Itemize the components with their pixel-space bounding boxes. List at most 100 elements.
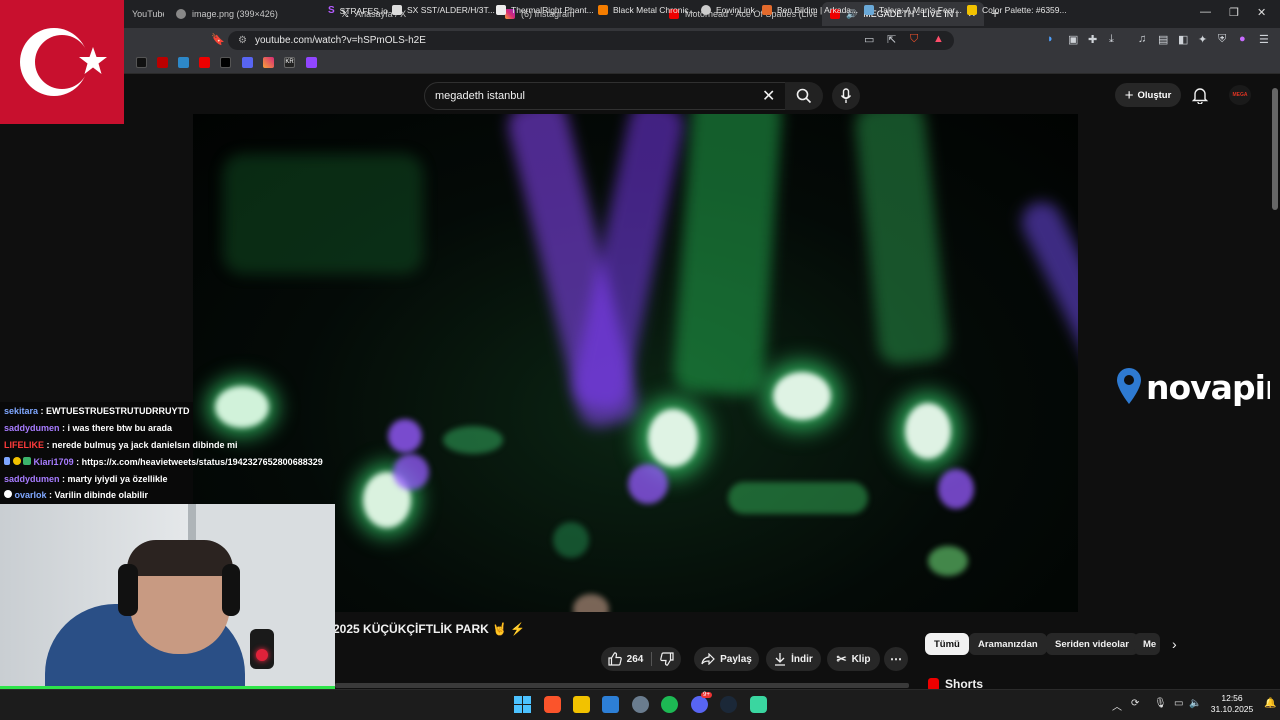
globe-icon bbox=[701, 5, 711, 15]
chat-message: Kiari1709 : https://x.com/heavietweets/s… bbox=[4, 457, 323, 467]
bookmark-icon bbox=[496, 5, 506, 15]
like-button[interactable]: 264 bbox=[608, 652, 643, 666]
sync-icon[interactable]: ⟳ bbox=[1131, 698, 1139, 709]
stage-light bbox=[938, 469, 974, 509]
windows-start-icon[interactable] bbox=[514, 696, 531, 713]
stage-light bbox=[905, 403, 951, 459]
stage-light bbox=[853, 114, 950, 367]
tiktok-icon[interactable] bbox=[136, 57, 147, 68]
bookmark-icon[interactable] bbox=[157, 57, 168, 68]
reader-icon[interactable]: ▤ bbox=[1158, 33, 1168, 46]
bookmark-strafes[interactable]: S STRAFES.io bbox=[328, 5, 388, 16]
bookmark-icon[interactable]: 🔖 bbox=[211, 33, 225, 46]
chat-message: sekitara : EWTUESTRUESTRUTUDRRUYTD bbox=[4, 406, 190, 416]
chat-username: LIFELIKE bbox=[4, 440, 44, 450]
twitch-icon[interactable] bbox=[306, 57, 317, 68]
chat-message: ovarlok : Varilin dibinde olabilir bbox=[4, 490, 148, 500]
close-window-icon[interactable]: ✕ bbox=[1257, 6, 1266, 19]
chevron-up-icon[interactable]: ︿ bbox=[1112, 698, 1122, 713]
chat-username: saddydumen bbox=[4, 474, 60, 484]
notifications-icon[interactable]: 🔔 bbox=[1264, 698, 1276, 709]
x-logo-icon[interactable] bbox=[220, 57, 231, 68]
bookmark-icon[interactable] bbox=[242, 57, 253, 68]
scrollbar-thumb[interactable] bbox=[1272, 88, 1278, 210]
tab-image[interactable]: image.png (399×426) bbox=[168, 2, 328, 26]
voice-search-button[interactable] bbox=[832, 82, 860, 110]
badge-icon bbox=[12, 457, 21, 465]
tab-youtube[interactable]: YouTube bbox=[124, 2, 164, 26]
kr-icon[interactable]: KR bbox=[284, 57, 295, 68]
vpn-icon[interactable]: ⛨ bbox=[1218, 33, 1226, 46]
volume-icon[interactable]: 🔈 bbox=[1189, 698, 1201, 709]
clear-search-icon[interactable]: ✕ bbox=[762, 86, 775, 106]
steam-icon[interactable] bbox=[720, 696, 737, 713]
chip-from-series[interactable]: Seriden videolar bbox=[1046, 633, 1138, 655]
create-button[interactable]: + Oluştur bbox=[1115, 83, 1181, 107]
search-button[interactable] bbox=[785, 82, 823, 110]
clip-button[interactable]: ✂ Klip bbox=[827, 647, 880, 671]
instagram-icon[interactable] bbox=[263, 57, 274, 68]
bookmark-sx[interactable]: SX SST/ALDER/H/3T... bbox=[392, 5, 495, 15]
more-actions-button[interactable]: ⋯ bbox=[884, 647, 908, 671]
bookmark-black-metal[interactable]: Black Metal Chronic... bbox=[598, 5, 696, 15]
like-dislike-group: 264 bbox=[601, 647, 681, 671]
chip-from-search[interactable]: Aramanızdan bbox=[969, 633, 1047, 655]
restore-icon[interactable]: ❐ bbox=[1229, 6, 1239, 19]
bookmark-thermalright[interactable]: ThermalRight Phant... bbox=[496, 5, 594, 15]
brave-shield-icon[interactable]: ⛉ bbox=[910, 33, 918, 46]
stage-light bbox=[215, 386, 269, 428]
media-icon[interactable]: ♫ bbox=[1138, 33, 1146, 45]
sidebar-icon[interactable]: ◧ bbox=[1178, 33, 1188, 46]
profile-icon[interactable]: ● bbox=[1239, 33, 1246, 45]
cast-icon[interactable]: ▭ bbox=[864, 33, 874, 46]
bookmark-color-palette[interactable]: Color Palette: #6359... bbox=[967, 5, 1067, 15]
strafes-icon: S bbox=[328, 5, 335, 16]
chat-username: saddydumen bbox=[4, 423, 60, 433]
brave-rewards-icon[interactable]: ▲ bbox=[933, 33, 944, 45]
download-icon[interactable]: ⤓ bbox=[1109, 33, 1114, 46]
puzzle-icon[interactable]: ✚ bbox=[1088, 33, 1097, 46]
bookmark-eowinlink[interactable]: EowinLink bbox=[701, 5, 755, 15]
discord-icon[interactable] bbox=[691, 696, 708, 713]
stage-light bbox=[628, 464, 668, 504]
app-icon[interactable] bbox=[750, 696, 767, 713]
avatar[interactable]: MEGA bbox=[1229, 85, 1251, 105]
chip-all[interactable]: Tümü bbox=[925, 633, 969, 655]
thumbs-down-icon[interactable] bbox=[660, 652, 674, 666]
search-icon bbox=[796, 88, 812, 104]
badge-icon bbox=[4, 457, 10, 465]
stream-chat-overlay bbox=[0, 402, 193, 504]
search-input[interactable]: megadeth istanbul bbox=[424, 82, 790, 110]
app-icon[interactable] bbox=[632, 696, 649, 713]
stage-light bbox=[728, 482, 868, 514]
notifications-button[interactable] bbox=[1191, 86, 1209, 109]
extension-icon[interactable]: ▣ bbox=[1068, 33, 1078, 46]
network-icon[interactable]: ▭ bbox=[1174, 698, 1183, 709]
scissors-icon: ✂ bbox=[836, 652, 847, 666]
menu-icon[interactable]: ☰ bbox=[1259, 33, 1269, 46]
download-icon bbox=[775, 653, 786, 666]
wallet-icon[interactable]: ◗ bbox=[1047, 33, 1054, 45]
site-info-icon[interactable]: ⚙ bbox=[238, 35, 247, 46]
download-button[interactable]: İndir bbox=[766, 647, 821, 671]
brave-browser-icon[interactable] bbox=[544, 696, 561, 713]
minimize-icon[interactable]: — bbox=[1200, 6, 1211, 18]
system-clock[interactable]: 12:56 31.10.2025 bbox=[1207, 693, 1257, 715]
bookmark-icon[interactable] bbox=[178, 57, 189, 68]
chip-more[interactable]: Me bbox=[1134, 633, 1160, 655]
file-explorer-icon[interactable] bbox=[573, 696, 590, 713]
spotify-icon[interactable] bbox=[661, 696, 678, 713]
address-bar[interactable]: ⚙ youtube.com/watch?v=hSPmOLS-h2E bbox=[228, 31, 954, 50]
bookmark-takva[interactable]: Takva: A Man's Fear... bbox=[864, 5, 962, 15]
bookmark-ben-bildim[interactable]: Ben Bildim | Arkada... bbox=[762, 5, 858, 15]
clock-date: 31.10.2025 bbox=[1210, 704, 1254, 714]
share-icon[interactable]: ⇱ bbox=[887, 33, 896, 46]
chevron-right-icon[interactable]: › bbox=[1172, 636, 1177, 652]
headphones bbox=[118, 564, 138, 616]
youtube-icon[interactable] bbox=[199, 57, 210, 68]
share-button[interactable]: Paylaş bbox=[694, 647, 759, 671]
microphone-icon[interactable]: 🎙 bbox=[1154, 698, 1167, 709]
app-icon[interactable] bbox=[602, 696, 619, 713]
leo-ai-icon[interactable]: ✦ bbox=[1198, 33, 1207, 46]
plus-icon: + bbox=[1124, 86, 1134, 104]
